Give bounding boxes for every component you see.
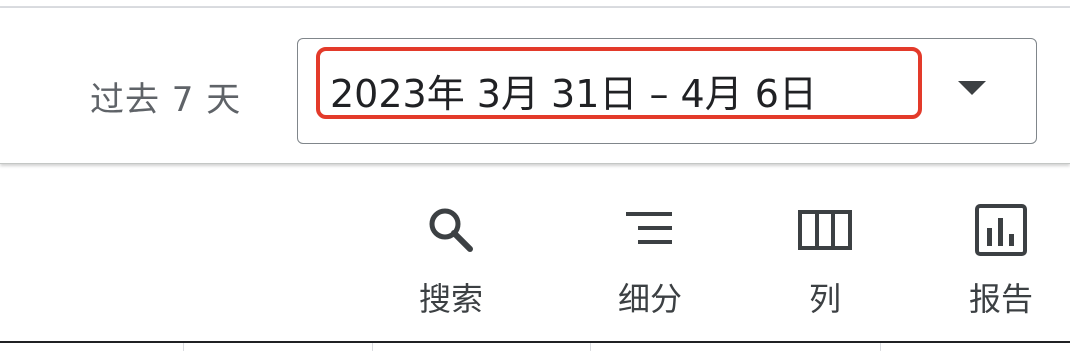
dropdown-arrow-icon[interactable] (958, 81, 986, 95)
column-separator (372, 343, 373, 351)
table-header-border (0, 341, 1070, 351)
search-button[interactable]: 搜索 (401, 194, 501, 324)
date-range-preset-label: 过去 7 天 (90, 80, 242, 120)
date-range-value: 2023年 3月 31日 – 4月 6日 (330, 72, 817, 116)
date-range-selector[interactable]: 2023年 3月 31日 – 4月 6日 (297, 38, 1037, 144)
segment-label: 细分 (617, 280, 682, 318)
date-range-bar: 过去 7 天 2023年 3月 31日 – 4月 6日 (0, 8, 1070, 164)
report-label: 报告 (968, 280, 1033, 318)
column-separator (880, 343, 881, 351)
columns-button[interactable]: 列 (775, 194, 875, 324)
bar-chart-icon (975, 204, 1027, 256)
segment-icon (626, 212, 672, 244)
columns-icon (798, 210, 852, 250)
column-separator (183, 343, 184, 351)
segment-button[interactable]: 细分 (600, 194, 700, 324)
columns-label: 列 (808, 280, 841, 318)
report-page: 过去 7 天 2023年 3月 31日 – 4月 6日 搜索 细分 列 报告 (0, 0, 1070, 351)
search-icon (429, 208, 473, 252)
report-toolbar: 搜索 细分 列 报告 (0, 164, 1070, 341)
search-label: 搜索 (418, 280, 483, 318)
column-separator (590, 343, 591, 351)
report-button[interactable]: 报告 (951, 194, 1051, 324)
